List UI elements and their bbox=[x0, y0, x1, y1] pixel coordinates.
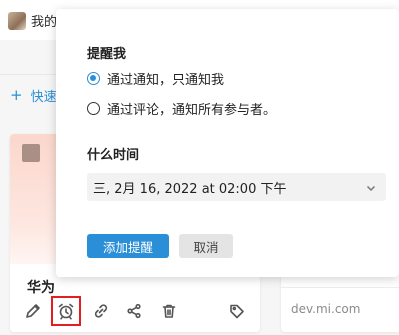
radio-unchecked[interactable] bbox=[87, 102, 100, 115]
time-heading: 什么时间 bbox=[87, 148, 140, 163]
tag-button[interactable] bbox=[222, 296, 252, 326]
quick-add-label: 快速 bbox=[30, 90, 57, 105]
card-title[interactable]: 华为 bbox=[27, 277, 55, 297]
share-icon bbox=[127, 303, 141, 319]
divider bbox=[0, 74, 60, 75]
cancel-button[interactable]: 取消 bbox=[179, 234, 233, 258]
datetime-select[interactable]: 三, 2月 16, 2022 at 02:00 下午 bbox=[87, 173, 386, 201]
radio-checked[interactable] bbox=[87, 72, 100, 85]
user-label[interactable]: 我的 bbox=[31, 11, 57, 30]
user-avatar[interactable] bbox=[8, 12, 26, 30]
reminder-button[interactable] bbox=[51, 296, 81, 326]
chevron-down-icon bbox=[366, 182, 376, 192]
delete-button[interactable] bbox=[154, 296, 184, 326]
share-button[interactable] bbox=[119, 296, 149, 326]
card-divider bbox=[281, 287, 399, 288]
trash-icon bbox=[162, 304, 176, 318]
add-reminder-button[interactable]: 添加提醒 bbox=[87, 234, 169, 258]
card-favicon bbox=[22, 144, 40, 162]
notify-me-option[interactable]: 通过通知，只通知我 bbox=[87, 69, 224, 88]
alarm-clock-icon bbox=[58, 303, 74, 320]
edit-button[interactable] bbox=[18, 296, 48, 326]
plus-icon: + bbox=[10, 86, 23, 104]
copy-link-button[interactable] bbox=[86, 296, 116, 326]
edit-icon bbox=[26, 304, 40, 318]
notify-all-option[interactable]: 通过评论，通知所有参与者。 bbox=[87, 99, 276, 118]
notify-all-label: 通过评论，通知所有参与者。 bbox=[107, 103, 277, 118]
tag-icon bbox=[230, 304, 244, 319]
datetime-value: 三, 2月 16, 2022 at 02:00 下午 bbox=[93, 181, 287, 197]
quick-add-link[interactable]: + 快速 bbox=[10, 86, 57, 106]
remind-me-heading: 提醒我 bbox=[87, 47, 127, 62]
card-domain: dev.mi.com bbox=[291, 302, 361, 316]
notify-me-label: 通过通知，只通知我 bbox=[107, 73, 225, 88]
card-toolbar bbox=[10, 296, 260, 326]
link-icon bbox=[94, 304, 108, 318]
reminder-popup: 提醒我 通过通知，只通知我 通过评论，通知所有参与者。 什么时间 三, 2月 1… bbox=[56, 9, 399, 277]
